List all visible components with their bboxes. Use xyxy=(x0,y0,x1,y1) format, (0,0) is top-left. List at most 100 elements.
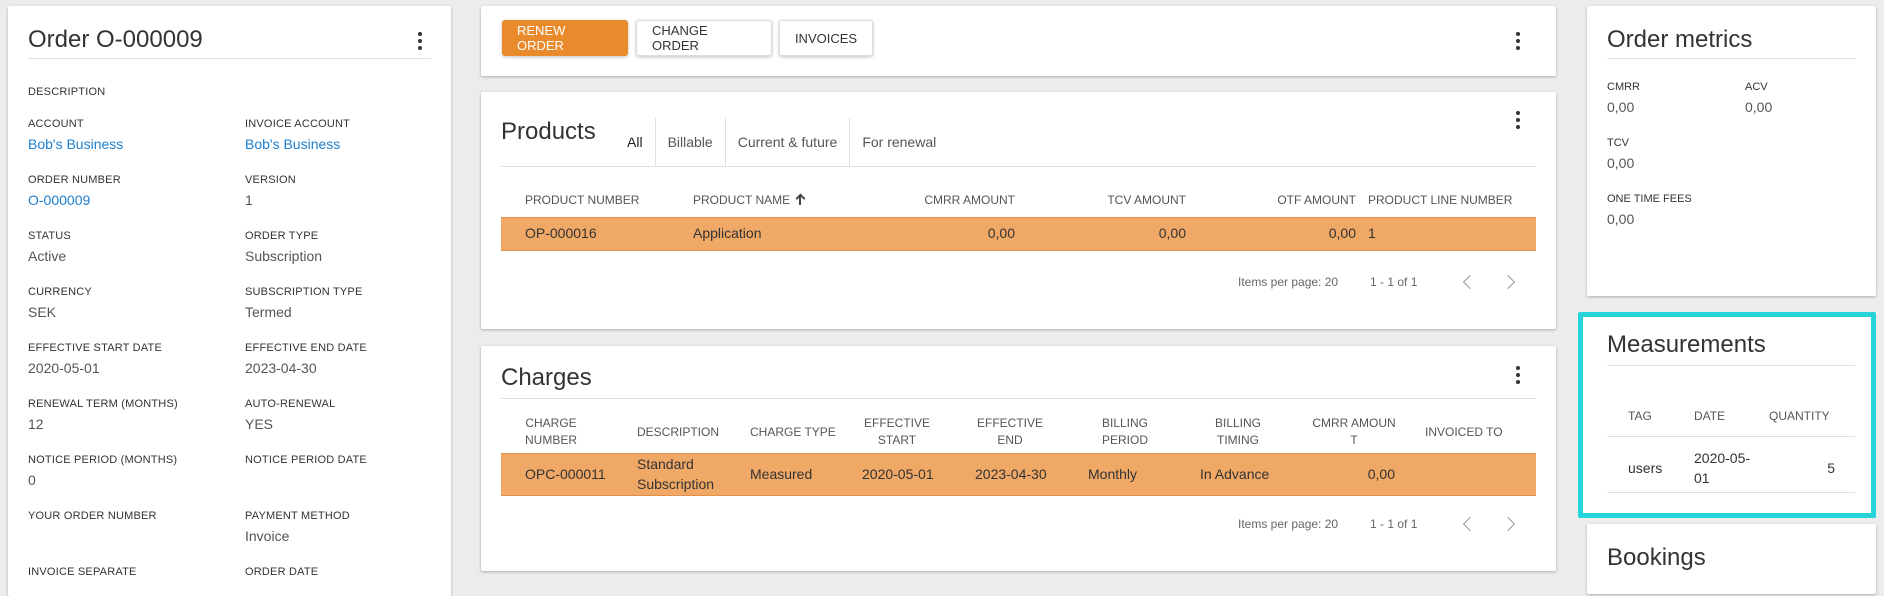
page-range: 1 - 1 of 1 xyxy=(1370,517,1418,531)
cell-otf-amount: 0,00 xyxy=(1328,225,1356,241)
bookings-card: Bookings xyxy=(1587,524,1876,594)
cell-date: 2020-05- 01 xyxy=(1694,450,1751,486)
invoice-account-link[interactable]: Bob's Business xyxy=(245,136,451,152)
cell-cmrr-amount: 0,00 xyxy=(987,225,1015,241)
tab-for-renewal[interactable]: For renewal xyxy=(850,118,948,166)
cell-billing-period: Monthly xyxy=(1088,466,1138,482)
cmrr-metric: CMRR 0,00 xyxy=(1607,81,1640,115)
tab-current-future[interactable]: Current & future xyxy=(726,118,851,166)
toolbar-more-menu-icon[interactable] xyxy=(1508,28,1528,54)
your-order-number-field: YOUR ORDER NUMBER xyxy=(28,510,157,522)
cell-product-number: OP-000016 xyxy=(525,225,597,241)
order-more-menu-icon[interactable] xyxy=(410,28,430,54)
divider xyxy=(501,166,1536,167)
col-billing-period[interactable]: BILLING PERIOD xyxy=(1090,415,1160,449)
subscription-type-field: SUBSCRIPTION TYPE Termed xyxy=(245,286,363,320)
col-charge-type[interactable]: CHARGE TYPE xyxy=(750,424,836,441)
col-invoiced-to[interactable]: INVOICED TO xyxy=(1425,424,1503,441)
order-details-card: Order O-000009 DESCRIPTION ACCOUNT Bob's… xyxy=(8,6,451,596)
products-card: Products All Billable Current & future F… xyxy=(481,92,1556,329)
tcv-metric: TCV 0,00 xyxy=(1607,137,1635,171)
divider xyxy=(1607,492,1855,493)
cell-quantity: 5 xyxy=(1827,460,1835,476)
description-field: DESCRIPTION xyxy=(28,86,106,98)
measurements-card: Measurements TAG DATE QUANTITY users 202… xyxy=(1578,312,1876,518)
col-date[interactable]: DATE xyxy=(1694,409,1725,423)
chevron-left-icon[interactable] xyxy=(1462,516,1478,532)
cell-tag: users xyxy=(1628,460,1663,476)
measurements-title: Measurements xyxy=(1607,331,1766,358)
order-title: Order O-000009 xyxy=(28,26,203,53)
charges-more-menu-icon[interactable] xyxy=(1508,362,1528,388)
divider xyxy=(1607,365,1855,366)
order-number-link[interactable]: O-000009 xyxy=(28,192,238,208)
change-order-button[interactable]: CHANGE ORDER xyxy=(636,20,772,56)
col-product-line-number[interactable]: PRODUCT LINE NUMBER xyxy=(1368,193,1512,207)
chevron-left-icon[interactable] xyxy=(1462,274,1478,290)
col-charge-number[interactable]: CHARGE NUMBER xyxy=(511,415,591,449)
divider xyxy=(1607,58,1856,59)
notice-period-date-field: NOTICE PERIOD DATE xyxy=(245,454,367,466)
col-otf-amount[interactable]: OTF AMOUNT xyxy=(1256,193,1356,207)
cell-product-line-number: 1 xyxy=(1368,225,1376,241)
col-effective-end[interactable]: EFFECTIVE END xyxy=(970,415,1050,449)
products-title: Products xyxy=(501,118,596,145)
tab-all[interactable]: All xyxy=(615,118,656,166)
divider xyxy=(501,398,1536,399)
effective-start-field: EFFECTIVE START DATE 2020-05-01 xyxy=(28,342,162,376)
col-product-number[interactable]: PRODUCT NUMBER xyxy=(525,193,639,207)
products-tabs: All Billable Current & future For renewa… xyxy=(615,118,948,166)
cell-description: Standard Subscription xyxy=(637,456,715,492)
one-time-fees-metric: ONE TIME FEES 0,00 xyxy=(1607,193,1692,227)
order-type-field: ORDER TYPE Subscription xyxy=(245,230,323,264)
page-range: 1 - 1 of 1 xyxy=(1370,275,1418,289)
products-more-menu-icon[interactable] xyxy=(1508,107,1528,133)
account-link[interactable]: Bob's Business xyxy=(28,136,238,152)
col-tag[interactable]: TAG xyxy=(1628,409,1652,423)
auto-renewal-field: AUTO-RENEWAL YES xyxy=(245,398,336,432)
cell-charge-number: OPC-000011 xyxy=(525,466,606,482)
cell-charge-type: Measured xyxy=(750,466,813,482)
col-tcv-amount[interactable]: TCV AMOUNT xyxy=(1086,193,1186,207)
status-field: STATUS Active xyxy=(28,230,71,264)
currency-field: CURRENCY SEK xyxy=(28,286,92,320)
notice-period-field: NOTICE PERIOD (MONTHS) 0 xyxy=(28,454,178,488)
col-description[interactable]: DESCRIPTION xyxy=(637,424,719,441)
renewal-term-field: RENEWAL TERM (MONTHS) 12 xyxy=(28,398,178,432)
col-quantity[interactable]: QUANTITY xyxy=(1769,409,1830,423)
cell-effective-start: 2020-05-01 xyxy=(862,466,934,482)
order-date-field: ORDER DATE xyxy=(245,566,319,578)
chevron-right-icon[interactable] xyxy=(1500,274,1516,290)
col-cmrr-amount[interactable]: CMRR AMOUNT xyxy=(915,193,1015,207)
bookings-title: Bookings xyxy=(1607,544,1706,571)
version-field: VERSION 1 xyxy=(245,174,296,208)
invoice-account-field: INVOICE ACCOUNT Bob's Business xyxy=(245,118,451,152)
order-actions-toolbar: RENEW ORDER CHANGE ORDER INVOICES xyxy=(481,6,1556,76)
payment-method-field: PAYMENT METHOD Invoice xyxy=(245,510,350,544)
cell-cmrr-amount: 0,00 xyxy=(1367,466,1395,482)
charges-title: Charges xyxy=(501,364,592,391)
renew-order-button[interactable]: RENEW ORDER xyxy=(502,20,628,56)
col-effective-start[interactable]: EFFECTIVE START xyxy=(857,415,937,449)
sort-ascending-icon xyxy=(796,194,804,205)
account-field: ACCOUNT Bob's Business xyxy=(28,118,238,152)
divider xyxy=(1607,436,1855,437)
effective-end-field: EFFECTIVE END DATE 2023-04-30 xyxy=(245,342,367,376)
invoices-button[interactable]: INVOICES xyxy=(779,20,873,56)
cell-effective-end: 2023-04-30 xyxy=(975,466,1047,482)
order-metrics-card: Order metrics CMRR 0,00 ACV 0,00 TCV 0,0… xyxy=(1587,6,1876,296)
charges-card: Charges CHARGE NUMBER DESCRIPTION CHARGE … xyxy=(481,346,1556,571)
cell-tcv-amount: 0,00 xyxy=(1158,225,1186,241)
metrics-title: Order metrics xyxy=(1607,26,1753,53)
tab-billable[interactable]: Billable xyxy=(656,118,726,166)
col-billing-timing[interactable]: BILLING TIMING xyxy=(1203,415,1273,449)
acv-metric: ACV 0,00 xyxy=(1745,81,1773,115)
col-product-name[interactable]: PRODUCT NAME xyxy=(693,193,804,207)
table-row[interactable] xyxy=(501,217,1536,251)
cell-product-name: Application xyxy=(693,225,762,241)
col-cmrr-amount[interactable]: CMRR AMOUNT xyxy=(1307,415,1401,449)
chevron-right-icon[interactable] xyxy=(1500,516,1516,532)
cell-billing-timing: In Advance xyxy=(1200,466,1270,482)
items-per-page[interactable]: Items per page: 20 xyxy=(1238,275,1338,289)
items-per-page[interactable]: Items per page: 20 xyxy=(1238,517,1338,531)
